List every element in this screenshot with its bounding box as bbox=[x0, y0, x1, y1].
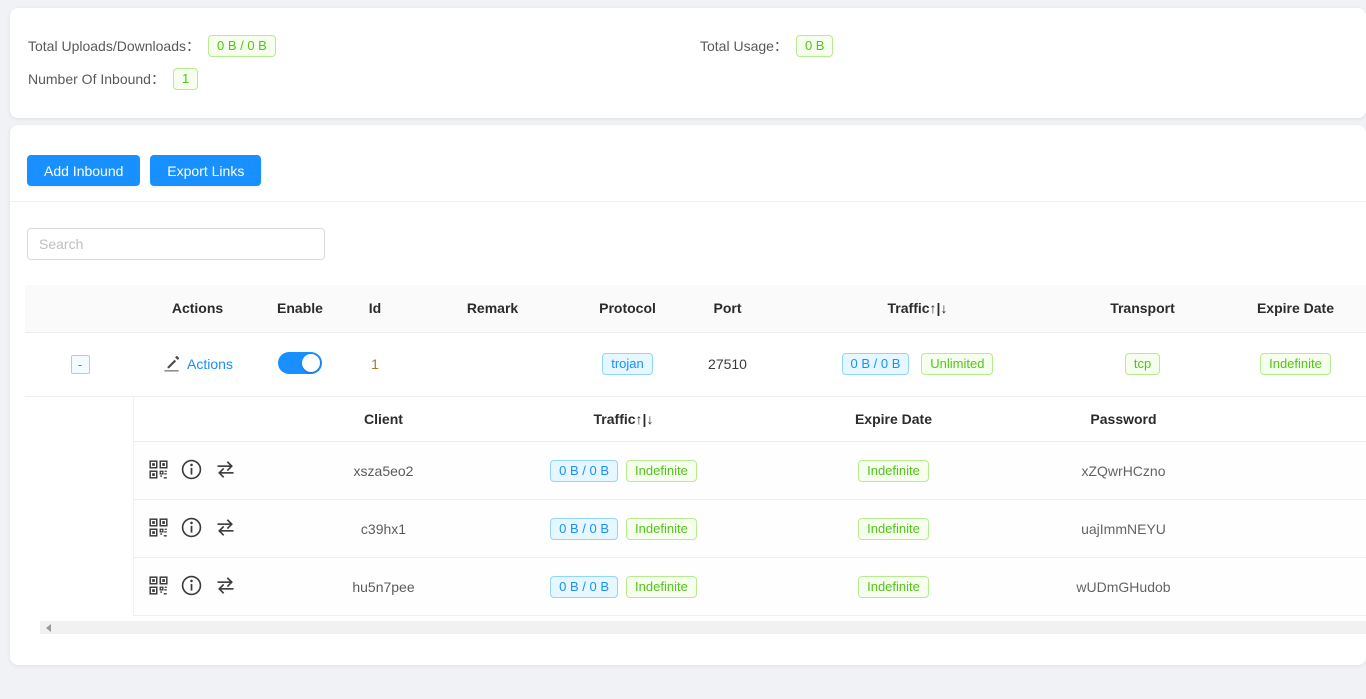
stats-card: Total Uploads/Downloads： 0 B / 0 B Total… bbox=[10, 8, 1366, 118]
header-client-icons bbox=[134, 397, 264, 442]
header-port: Port bbox=[680, 285, 775, 332]
inbounds-card: Add Inbound Export Links Actions Enable … bbox=[10, 125, 1366, 665]
inbound-row: - Actions 1 tr bbox=[25, 332, 1366, 396]
number-of-inbound-label: Number Of Inbound： bbox=[28, 69, 165, 89]
inbounds-table-wrap: Actions Enable Id Remark Protocol Port T… bbox=[10, 285, 1366, 634]
total-uploads-downloads-stat: Total Uploads/Downloads： 0 B / 0 B bbox=[28, 35, 700, 57]
client-row: xsza5eo2 0 B / 0 B Indefinite Indefinite xZQ… bbox=[134, 442, 1366, 500]
client-row-filler bbox=[1204, 442, 1366, 500]
collapse-row-button[interactable]: - bbox=[71, 355, 90, 374]
clients-table: Client Traffic↑|↓ Expire Date Password bbox=[133, 397, 1366, 617]
scrollbar-left-arrow-icon[interactable] bbox=[46, 624, 51, 632]
header-client-filler bbox=[1204, 397, 1366, 442]
protocol-badge: trojan bbox=[602, 353, 653, 375]
header-expire-date: Expire Date bbox=[1225, 285, 1366, 332]
info-circle-icon[interactable] bbox=[180, 516, 203, 542]
client-row: c39hx1 0 B / 0 B Indefinite Indefinite uajIm… bbox=[134, 500, 1366, 558]
toolbar: Add Inbound Export Links bbox=[10, 125, 1366, 202]
header-client: Client bbox=[264, 397, 504, 442]
enable-toggle[interactable] bbox=[278, 352, 322, 374]
info-circle-icon[interactable] bbox=[180, 574, 203, 600]
search-section bbox=[10, 202, 1366, 285]
client-name: hu5n7pee bbox=[352, 579, 414, 595]
client-row-filler bbox=[1204, 500, 1366, 558]
number-of-inbound-stat: Number Of Inbound： 1 bbox=[28, 68, 198, 90]
traffic-limit-badge: Unlimited bbox=[921, 353, 993, 375]
expanded-clients-section: Client Traffic↑|↓ Expire Date Password bbox=[25, 397, 1366, 617]
client-password: wUDmGHudob bbox=[1076, 579, 1170, 595]
reset-traffic-icon[interactable] bbox=[214, 516, 237, 542]
header-remark: Remark bbox=[410, 285, 575, 332]
traffic-badge: 0 B / 0 B bbox=[842, 353, 910, 375]
transport-badge: tcp bbox=[1125, 353, 1160, 375]
inbound-actions-menu[interactable]: Actions bbox=[162, 353, 233, 375]
total-uploads-downloads-label: Total Uploads/Downloads： bbox=[28, 36, 200, 56]
header-traffic-sortable[interactable]: Traffic↑|↓ bbox=[775, 285, 1060, 332]
qr-code-icon[interactable] bbox=[148, 575, 169, 599]
reset-traffic-icon[interactable] bbox=[214, 574, 237, 600]
client-expire-date-badge: Indefinite bbox=[858, 576, 929, 598]
inbound-id: 1 bbox=[371, 356, 379, 372]
qr-code-icon[interactable] bbox=[148, 517, 169, 541]
header-expand bbox=[25, 285, 135, 332]
client-name: c39hx1 bbox=[361, 521, 406, 537]
client-row-icons bbox=[134, 558, 264, 616]
client-row-icons bbox=[134, 500, 264, 558]
client-name: xsza5eo2 bbox=[354, 463, 414, 479]
inbounds-table: Actions Enable Id Remark Protocol Port T… bbox=[25, 285, 1366, 397]
number-of-inbound-value: 1 bbox=[173, 68, 198, 90]
client-traffic-badge: 0 B / 0 B bbox=[550, 460, 618, 482]
client-row-icons bbox=[134, 442, 264, 500]
header-client-traffic-sortable[interactable]: Traffic↑|↓ bbox=[504, 397, 744, 442]
horizontal-scrollbar[interactable] bbox=[40, 621, 1366, 634]
search-input[interactable] bbox=[27, 228, 325, 260]
reset-traffic-icon[interactable] bbox=[214, 458, 237, 484]
client-row-filler bbox=[1204, 558, 1366, 616]
client-traffic-limit-badge: Indefinite bbox=[626, 460, 697, 482]
header-enable: Enable bbox=[260, 285, 340, 332]
client-row: hu5n7pee 0 B / 0 B Indefinite Indefinite wUD… bbox=[134, 558, 1366, 616]
header-id: Id bbox=[340, 285, 410, 332]
client-traffic-limit-badge: Indefinite bbox=[626, 518, 697, 540]
export-links-button[interactable]: Export Links bbox=[150, 155, 261, 186]
header-transport: Transport bbox=[1060, 285, 1225, 332]
inbound-actions-label: Actions bbox=[187, 356, 233, 372]
info-circle-icon[interactable] bbox=[180, 458, 203, 484]
add-inbound-button[interactable]: Add Inbound bbox=[27, 155, 140, 186]
total-usage-stat: Total Usage： 0 B bbox=[700, 35, 833, 57]
client-traffic-badge: 0 B / 0 B bbox=[550, 518, 618, 540]
total-uploads-downloads-value: 0 B / 0 B bbox=[208, 35, 276, 57]
expire-date-badge: Indefinite bbox=[1260, 353, 1331, 375]
client-password: xZQwrHCzno bbox=[1081, 463, 1165, 479]
client-password: uajImmNEYU bbox=[1081, 521, 1166, 537]
total-usage-label: Total Usage： bbox=[700, 36, 788, 56]
edit-pencil-icon bbox=[162, 353, 181, 375]
header-client-password: Password bbox=[1044, 397, 1204, 442]
inbounds-header-row: Actions Enable Id Remark Protocol Port T… bbox=[25, 285, 1366, 332]
qr-code-icon[interactable] bbox=[148, 459, 169, 483]
client-traffic-badge: 0 B / 0 B bbox=[550, 576, 618, 598]
header-actions: Actions bbox=[135, 285, 260, 332]
header-client-expire-date: Expire Date bbox=[744, 397, 1044, 442]
client-expire-date-badge: Indefinite bbox=[858, 460, 929, 482]
total-usage-value: 0 B bbox=[796, 35, 834, 57]
inbound-port: 27510 bbox=[708, 356, 747, 372]
client-expire-date-badge: Indefinite bbox=[858, 518, 929, 540]
clients-header-row: Client Traffic↑|↓ Expire Date Password bbox=[134, 397, 1366, 442]
header-protocol: Protocol bbox=[575, 285, 680, 332]
client-traffic-limit-badge: Indefinite bbox=[626, 576, 697, 598]
